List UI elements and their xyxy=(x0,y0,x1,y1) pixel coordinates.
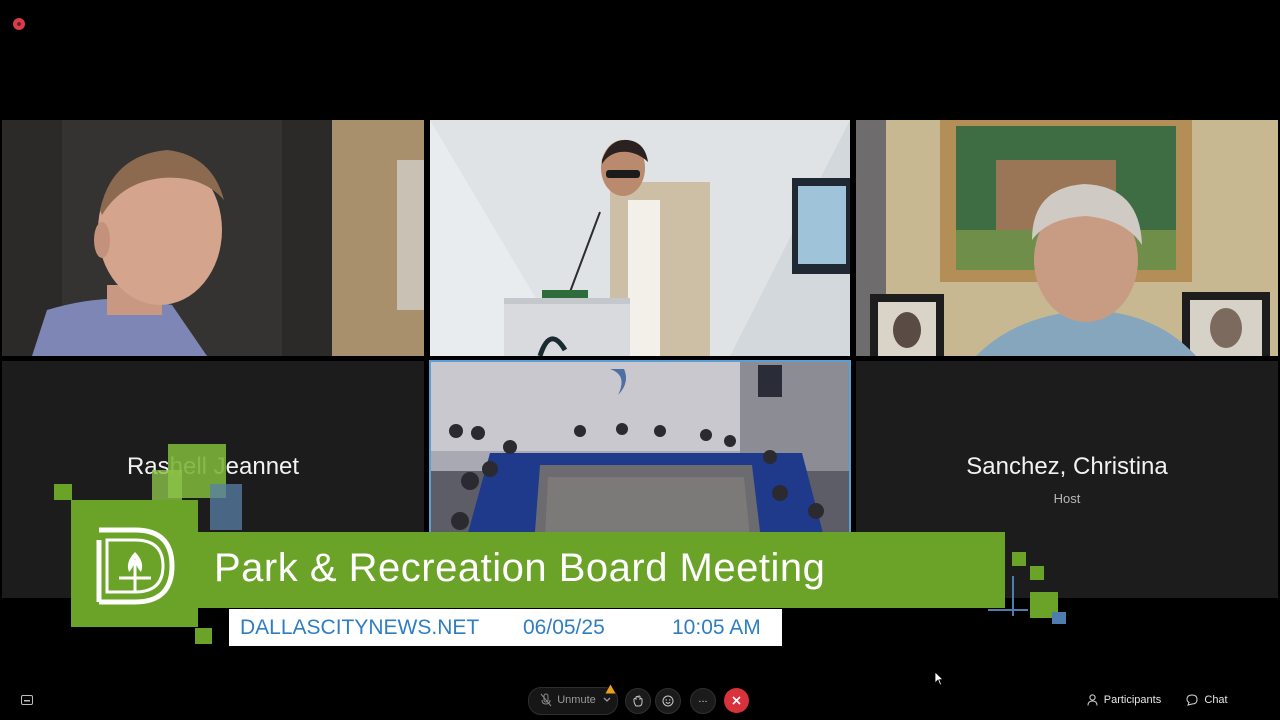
hand-icon xyxy=(633,695,643,707)
chevron-down-icon xyxy=(603,697,611,702)
audio-options-dropdown[interactable] xyxy=(601,692,613,708)
website-text: DALLASCITYNEWS.NET xyxy=(240,616,480,639)
decor-square xyxy=(1012,552,1026,566)
emoji-icon xyxy=(662,695,674,707)
date-text: 06/05/25 xyxy=(523,616,605,639)
chat-bubble-icon xyxy=(1186,694,1198,706)
more-icon: ... xyxy=(698,692,708,705)
participant-1-video xyxy=(2,120,424,356)
decor-square xyxy=(1030,566,1044,580)
record-indicator-icon xyxy=(13,18,25,30)
meeting-title: Park & Recreation Board Meeting xyxy=(214,546,826,590)
leave-meeting-button[interactable] xyxy=(724,688,749,713)
more-options-button[interactable]: ... xyxy=(690,688,716,714)
video-tile-participant-2[interactable] xyxy=(430,120,850,356)
video-tile-participant-1[interactable] xyxy=(2,120,424,356)
unmute-label: Unmute xyxy=(557,694,596,706)
cursor-icon xyxy=(934,670,944,686)
warning-badge xyxy=(604,684,616,694)
participants-button[interactable]: Participants xyxy=(1084,690,1164,710)
caption-icon xyxy=(21,695,33,705)
participant-2-video xyxy=(430,120,850,356)
warning-icon xyxy=(605,684,615,694)
video-tile-participant-3[interactable] xyxy=(856,120,1278,356)
unmute-button[interactable]: Unmute xyxy=(536,690,600,710)
decor-square xyxy=(195,628,212,644)
dallas-logo-icon xyxy=(96,527,175,605)
decor-square xyxy=(1052,612,1066,624)
chat-button[interactable]: Chat xyxy=(1184,690,1230,710)
decor-square xyxy=(54,484,72,500)
participant-name: Sanchez, Christina xyxy=(966,453,1168,480)
raise-hand-button[interactable] xyxy=(625,688,651,714)
participants-label: Participants xyxy=(1103,694,1162,706)
close-icon xyxy=(732,696,741,705)
decor-square xyxy=(210,484,242,530)
city-logo-box xyxy=(71,500,198,627)
captions-button[interactable] xyxy=(18,692,36,708)
time-text: 10:05 AM xyxy=(672,616,761,639)
decor-line xyxy=(988,609,1028,611)
chat-label: Chat xyxy=(1204,694,1228,706)
decor-square xyxy=(152,470,182,500)
mouse-cursor xyxy=(933,670,945,686)
participant-role: Host xyxy=(1053,491,1081,506)
participant-3-video xyxy=(856,120,1278,356)
reactions-button[interactable] xyxy=(655,688,681,714)
microphone-muted-icon xyxy=(540,693,552,707)
person-icon xyxy=(1087,694,1098,706)
